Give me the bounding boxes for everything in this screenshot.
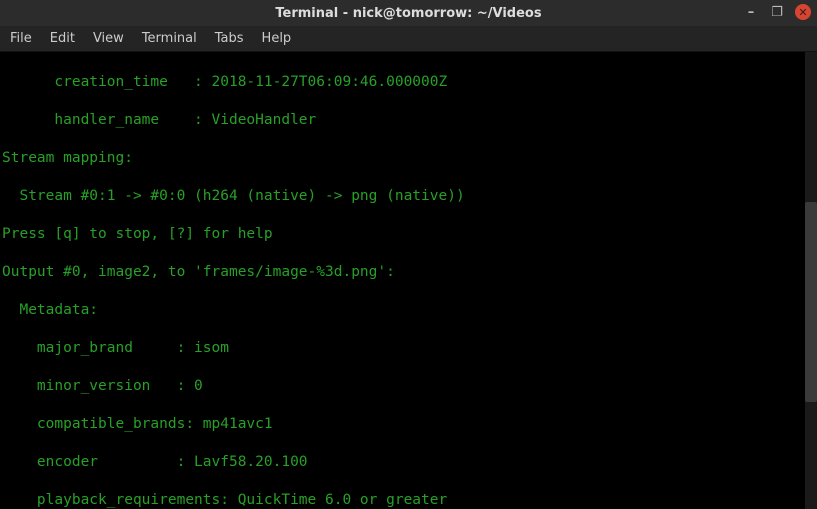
output-line: Press [q] to stop, [?] for help — [2, 225, 815, 244]
scrollbar-vertical[interactable] — [805, 52, 817, 509]
terminal-viewport[interactable]: creation_time : 2018-11-27T06:09:46.0000… — [0, 52, 817, 509]
menu-view[interactable]: View — [93, 31, 124, 46]
output-line: major_brand : isom — [2, 339, 815, 358]
menu-file[interactable]: File — [10, 31, 32, 46]
close-icon[interactable]: ✕ — [795, 4, 811, 20]
output-line: Stream mapping: — [2, 149, 815, 168]
output-line: playback_requirements: QuickTime 6.0 or … — [2, 491, 815, 509]
output-line: Stream #0:1 -> #0:0 (h264 (native) -> pn… — [2, 187, 815, 206]
output-line: minor_version : 0 — [2, 377, 815, 396]
output-line: encoder : Lavf58.20.100 — [2, 453, 815, 472]
menu-tabs[interactable]: Tabs — [215, 31, 244, 46]
output-line: Output #0, image2, to 'frames/image-%3d.… — [2, 263, 815, 282]
menu-help[interactable]: Help — [262, 31, 292, 46]
window-controls: – ❐ ✕ — [743, 4, 811, 20]
window-title: Terminal - nick@tomorrow: ~/Videos — [275, 6, 541, 21]
maximize-icon[interactable]: ❐ — [769, 4, 785, 20]
output-line: creation_time : 2018-11-27T06:09:46.0000… — [2, 73, 815, 92]
menubar: File Edit View Terminal Tabs Help — [0, 26, 817, 52]
menu-edit[interactable]: Edit — [50, 31, 75, 46]
output-line: Metadata: — [2, 301, 815, 320]
window-titlebar: Terminal - nick@tomorrow: ~/Videos – ❐ ✕ — [0, 0, 817, 26]
menu-terminal[interactable]: Terminal — [142, 31, 197, 46]
output-line: compatible_brands: mp41avc1 — [2, 415, 815, 434]
minimize-icon[interactable]: – — [743, 4, 759, 20]
output-line: handler_name : VideoHandler — [2, 111, 815, 130]
scrollbar-thumb[interactable] — [805, 202, 817, 402]
